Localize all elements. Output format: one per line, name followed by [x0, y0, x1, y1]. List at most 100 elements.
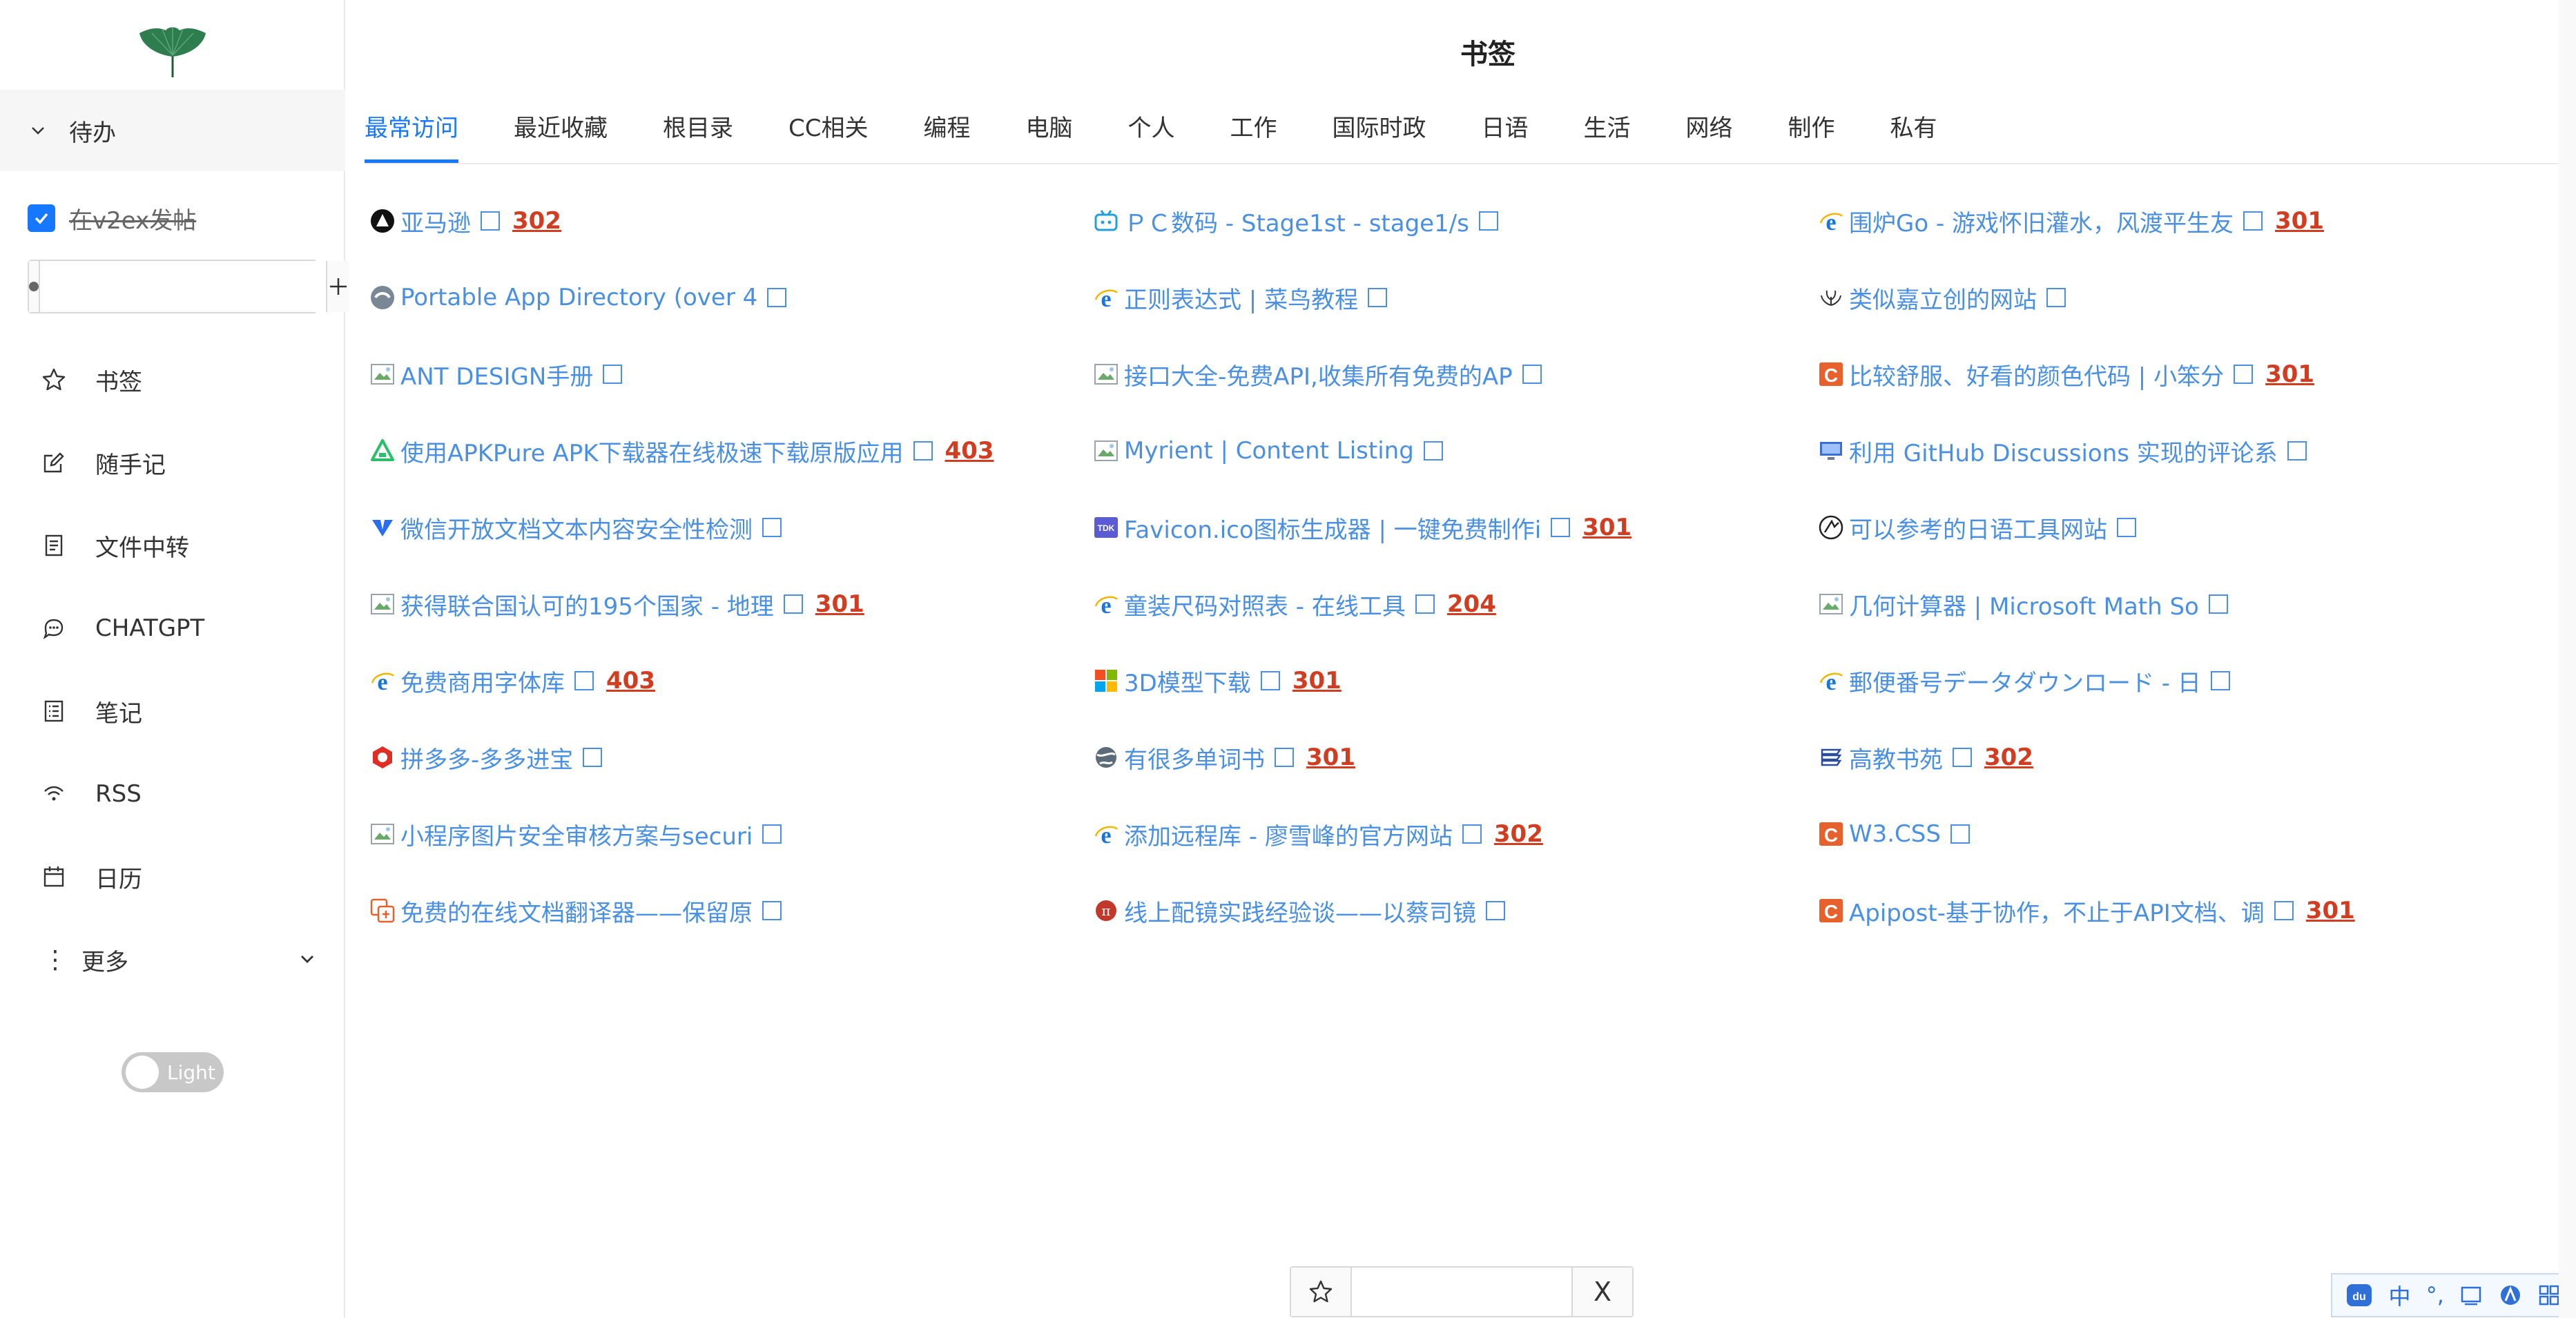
status-code-badge[interactable]: 301: [1306, 744, 1355, 771]
bookmark-link[interactable]: ＰＣ数码 - Stage1st - stage1/s: [1124, 204, 1469, 238]
status-code-badge[interactable]: 302: [1494, 820, 1543, 848]
open-new-window-icon[interactable]: [2117, 518, 2136, 537]
bookmark-link[interactable]: 比较舒服、好看的颜色代码 | 小笨分: [1849, 358, 2224, 391]
quick-star-button[interactable]: [1291, 1268, 1352, 1316]
tab-life[interactable]: 生活: [1583, 97, 1630, 163]
bookmark-link[interactable]: 线上配镜实践经验谈——以蔡司镜: [1124, 894, 1476, 928]
open-new-window-icon[interactable]: [762, 518, 782, 537]
open-new-window-icon[interactable]: [1551, 518, 1571, 537]
open-new-window-icon[interactable]: [1522, 365, 1542, 384]
sidebar-item-calendar[interactable]: 日历: [0, 835, 345, 918]
open-new-window-icon[interactable]: [1415, 594, 1435, 614]
bookmark-link[interactable]: 3D模型下载: [1124, 664, 1251, 698]
status-code-badge[interactable]: 301: [2275, 207, 2324, 235]
open-new-window-icon[interactable]: [583, 748, 603, 767]
theme-toggle[interactable]: Light: [122, 1052, 224, 1092]
tab-personal[interactable]: 个人: [1127, 97, 1174, 163]
open-new-window-icon[interactable]: [762, 824, 782, 844]
open-new-window-icon[interactable]: [1486, 901, 1505, 920]
tab-cc[interactable]: CC相关: [788, 97, 868, 163]
bookmark-link[interactable]: 亚马逊: [400, 204, 471, 238]
status-code-badge[interactable]: 302: [512, 207, 561, 235]
tab-politics[interactable]: 国际时政: [1332, 97, 1426, 163]
open-new-window-icon[interactable]: [603, 365, 623, 384]
bookmark-link[interactable]: 有很多单词书: [1124, 741, 1265, 775]
bookmark-link[interactable]: 添加远程库 - 廖雪峰的官方网站: [1124, 817, 1453, 851]
open-new-window-icon[interactable]: [2208, 594, 2228, 614]
tab-recent[interactable]: 最近收藏: [514, 97, 608, 163]
status-code-badge[interactable]: 204: [1447, 590, 1496, 618]
bookmark-link[interactable]: 围炉Go - 游戏怀旧灌水，风渡平生友: [1849, 204, 2234, 238]
bookmark-link[interactable]: 获得联合国认可的195个国家 - 地理: [400, 588, 774, 621]
bookmark-link[interactable]: Myrient | Content Listing: [1124, 437, 1414, 465]
quick-close-button[interactable]: X: [1571, 1268, 1632, 1316]
open-new-window-icon[interactable]: [1462, 824, 1482, 844]
open-new-window-icon[interactable]: [913, 441, 933, 461]
bookmark-link[interactable]: 微信开放文档文本内容安全性检测: [400, 511, 753, 545]
bookmark-link[interactable]: 几何计算器 | Microsoft Math So: [1849, 588, 2199, 621]
bookmark-link[interactable]: 可以参考的日语工具网站: [1849, 511, 2107, 545]
bookmark-link[interactable]: 接口大全-免费API,收集所有免费的AP: [1124, 358, 1513, 391]
open-new-window-icon[interactable]: [2287, 441, 2307, 461]
bookmark-link[interactable]: 类似嘉立创的网站: [1849, 281, 2037, 315]
open-new-window-icon[interactable]: [574, 671, 594, 690]
bookmark-link[interactable]: 使用APKPure APK下载器在线极速下载原版应用: [400, 434, 904, 468]
bookmark-link[interactable]: 小程序图片安全审核方案与securi: [400, 817, 753, 851]
todo-checkbox[interactable]: [28, 204, 55, 232]
tab-root[interactable]: 根目录: [663, 97, 733, 163]
sidebar-item-quicknote[interactable]: 随手记: [0, 421, 345, 504]
bookmark-link[interactable]: 利用 GitHub Discussions 实现的评论系: [1849, 434, 2278, 468]
tab-programming[interactable]: 编程: [923, 97, 970, 163]
open-new-window-icon[interactable]: [2234, 365, 2254, 384]
todo-input[interactable]: [40, 261, 326, 312]
tab-making[interactable]: 制作: [1788, 97, 1834, 163]
open-new-window-icon[interactable]: [762, 901, 782, 920]
sidebar-item-bookmarks[interactable]: 书签: [0, 338, 345, 421]
status-code-badge[interactable]: 403: [945, 437, 994, 465]
tab-work[interactable]: 工作: [1230, 97, 1277, 163]
status-code-badge[interactable]: 301: [2265, 360, 2314, 388]
sidebar-item-file-transfer[interactable]: 文件中转: [0, 504, 345, 587]
status-code-badge[interactable]: 301: [2306, 897, 2355, 924]
open-new-window-icon[interactable]: [1950, 824, 1970, 844]
todo-section-header[interactable]: 待办: [0, 90, 345, 171]
tab-most-visited[interactable]: 最常访问: [365, 97, 458, 163]
open-new-window-icon[interactable]: [767, 288, 787, 307]
ime-chinese-mode[interactable]: 中: [2388, 1279, 2410, 1311]
bookmark-link[interactable]: Portable App Directory (over 4: [400, 284, 757, 311]
todo-item[interactable]: 在v2ex发帖: [28, 202, 196, 235]
vertical-scrollbar[interactable]: [2559, 0, 2576, 1318]
open-new-window-icon[interactable]: [2210, 671, 2230, 690]
tab-computer[interactable]: 电脑: [1025, 97, 1072, 163]
baidu-paw-icon[interactable]: du: [2345, 1283, 2373, 1308]
sidebar-item-chatgpt[interactable]: CHATGPT: [0, 587, 345, 670]
status-code-badge[interactable]: 301: [1292, 667, 1342, 695]
ginkgo-logo-icon[interactable]: [138, 23, 207, 80]
todo-add-button[interactable]: [326, 261, 349, 312]
status-code-badge[interactable]: 302: [1984, 744, 2033, 771]
status-code-badge[interactable]: 403: [606, 667, 655, 695]
bookmark-link[interactable]: 高教书苑: [1849, 741, 1943, 775]
keyboard-icon[interactable]: [2459, 1283, 2483, 1307]
bookmark-link[interactable]: 正则表达式 | 菜鸟教程: [1124, 281, 1358, 315]
open-new-window-icon[interactable]: [1260, 671, 1280, 690]
bookmark-link[interactable]: Favicon.ico图标生成器 | 一键免费制作i: [1124, 511, 1541, 545]
status-code-badge[interactable]: 301: [1582, 514, 1631, 541]
sidebar-item-notes[interactable]: 笔记: [0, 670, 345, 753]
bookmark-link[interactable]: 郵便番号データダウンロード - 日: [1849, 664, 2201, 698]
quick-bookmark-input[interactable]: [1352, 1268, 1571, 1316]
bookmark-link[interactable]: 童装尺码对照表 - 在线工具: [1124, 588, 1406, 621]
sidebar-item-more[interactable]: ⋮ 更多: [0, 918, 345, 1001]
bookmark-link[interactable]: 免费的在线文档翻译器——保留原: [400, 894, 753, 928]
bookmark-link[interactable]: 免费商用字体库: [400, 664, 565, 698]
open-new-window-icon[interactable]: [481, 211, 500, 231]
open-new-window-icon[interactable]: [2274, 901, 2294, 920]
sidebar-item-rss[interactable]: RSS: [0, 753, 345, 835]
grid-menu-icon[interactable]: [2537, 1283, 2561, 1307]
ime-punctuation-mode[interactable]: °,: [2426, 1282, 2444, 1308]
open-new-window-icon[interactable]: [2046, 288, 2066, 307]
open-new-window-icon[interactable]: [1423, 441, 1443, 461]
open-new-window-icon[interactable]: [1478, 211, 1498, 231]
todo-priority-button[interactable]: [29, 261, 40, 312]
bookmark-link[interactable]: 拼多多-多多进宝: [400, 741, 573, 775]
